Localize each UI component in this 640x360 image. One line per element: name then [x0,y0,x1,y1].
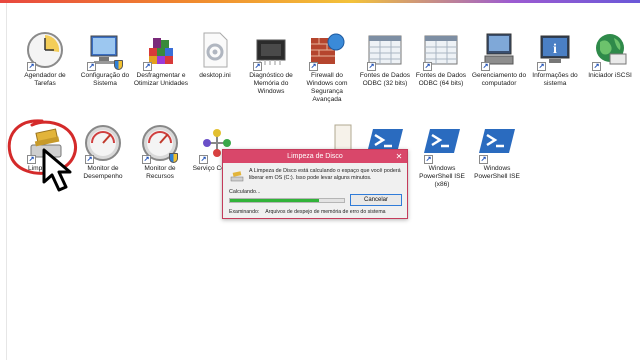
settings-file-icon [195,30,235,70]
memory-chip-icon: ↗ [251,30,291,71]
icon-label: Firewall do Windows com Segurança Avança… [306,72,348,103]
shortcut-arrow-icon: ↗ [253,62,262,71]
shortcut-arrow-icon: ↗ [481,62,490,71]
icon-label: desktop.ini [199,72,231,79]
icon-label: Windows PowerShell ISE (x86) [419,165,465,188]
firewall-icon: ↗ [307,30,347,71]
examining-row: Examinando: Arquivos de despejo de memóri… [229,209,392,215]
shortcut-arrow-icon: ↗ [143,62,152,71]
mouse-pointer-icon [42,148,72,192]
desktop-icon-odbc-64[interactable]: ↗ Fontes de Dados ODBC (64 bits) [412,30,470,88]
icon-label: Agendador de Tarefas [24,72,66,87]
desktop-icon-odbc-32[interactable]: ↗ Fontes de Dados ODBC (32 bits) [356,30,414,88]
shortcut-arrow-icon: ↗ [142,155,151,164]
desktop-icon-informacoes[interactable]: i ↗ Informações do sistema [526,30,584,88]
powershell-icon: ↗ [422,123,462,164]
icon-label: Informações do sistema [532,72,578,87]
icon-label: Diagnóstico de Memória do Windows [249,72,293,95]
desktop-icon-desktop-ini[interactable]: desktop.ini [186,30,244,80]
desktop-icon-iscsi[interactable]: ↗ Iniciador iSCSI [581,30,639,80]
dialog-message: A Limpeza de Disco está calculando o esp… [249,168,401,181]
color-accent-bar [0,0,640,3]
powershell-icon: ↗ [477,123,517,164]
shortcut-arrow-icon: ↗ [537,62,546,71]
calculating-label: Calculando... [229,189,261,195]
dialog-body: A Limpeza de Disco está calculando o esp… [223,163,407,219]
shield-icon [169,153,178,163]
progress-bar [229,198,345,203]
desktop-icon-desfragmentar[interactable]: ↗ Desfragmentar e Otimizar Unidades [132,30,190,88]
defrag-icon: ↗ [141,30,181,71]
shortcut-arrow-icon: ↗ [199,155,208,164]
icon-label: Fontes de Dados ODBC (32 bits) [359,72,411,87]
close-icon[interactable]: ✕ [394,150,404,163]
clock-icon: ↗ [25,30,65,71]
shortcut-arrow-icon: ↗ [87,62,96,71]
desktop-icon-agendador[interactable]: ↗ Agendador de Tarefas [16,30,74,88]
shortcut-arrow-icon: ↗ [367,62,376,71]
desktop-icon-gerenciamento[interactable]: ↗ Gerenciamento do computador [470,30,528,88]
shortcut-arrow-icon: ↗ [423,62,432,71]
examining-value: Arquivos de despejo de memória de erro d… [265,209,386,215]
system-config-icon: ↗ [85,30,125,71]
odbc-icon: ↗ [421,30,461,71]
svg-text:i: i [553,42,557,57]
globe-icon: ↗ [590,30,630,71]
icon-label: Fontes de Dados ODBC (64 bits) [415,72,467,87]
shortcut-arrow-icon: ↗ [27,62,36,71]
shortcut-arrow-icon: ↗ [424,155,433,164]
icon-label: Gerenciamento do computador [471,72,527,87]
icon-label: Iniciador iSCSI [588,72,632,79]
desktop-icon-diagnostico[interactable]: ↗ Diagnóstico de Memória do Windows [242,30,300,96]
desktop-icon-firewall[interactable]: ↗ Firewall do Windows com Segurança Avan… [298,30,356,104]
gauge-icon: ↗ [140,123,180,164]
icon-label: Desfragmentar e Otimizar Unidades [133,72,189,87]
shortcut-arrow-icon: ↗ [309,62,318,71]
disk-cleanup-icon [230,169,244,182]
shortcut-arrow-icon: ↗ [479,155,488,164]
desktop-icon-configuracao[interactable]: ↗ Configuração do Sistema [76,30,134,88]
desktop-icon-monitor-recursos[interactable]: ↗ Monitor de Recursos [131,123,189,181]
disk-cleanup-dialog: Limpeza de Disco ✕ A Limpeza de Disco es… [222,149,408,219]
odbc-icon: ↗ [365,30,405,71]
icon-label: Windows PowerShell ISE [474,165,520,180]
shield-icon [114,60,123,70]
computer-management-icon: ↗ [479,30,519,71]
system-info-icon: i ↗ [535,30,575,71]
dialog-title-bar[interactable]: Limpeza de Disco ✕ [223,150,407,163]
dialog-title: Limpeza de Disco [287,153,343,160]
desktop-icon-powershell-ise-x86[interactable]: ↗ Windows PowerShell ISE (x86) [413,123,471,189]
examining-label: Examinando: [229,209,260,215]
icon-label: Configuração do Sistema [80,72,130,87]
desktop-icon-powershell-ise[interactable]: ↗ Windows PowerShell ISE [468,123,526,181]
progress-fill [230,199,319,202]
icon-label: Monitor de Recursos [144,165,176,180]
shortcut-arrow-icon: ↗ [592,62,601,71]
cancel-button[interactable]: Cancelar [350,194,402,206]
